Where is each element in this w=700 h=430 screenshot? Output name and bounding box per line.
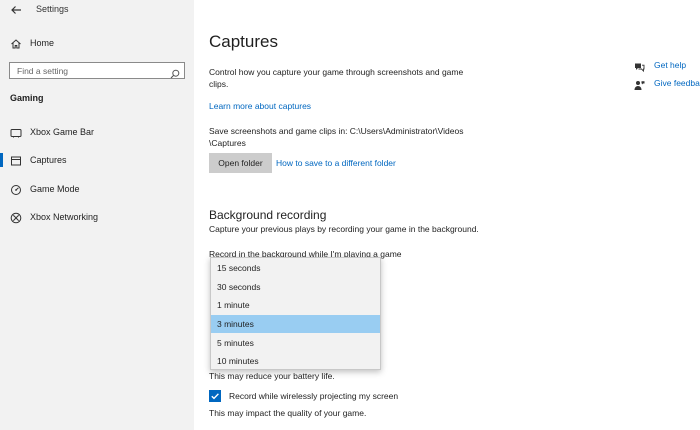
home-icon [10, 37, 22, 49]
give-feedback-label: Give feedba [654, 78, 700, 88]
record-projecting-checkbox[interactable] [209, 390, 221, 402]
page-title: Captures [209, 32, 278, 51]
sidebar-item-home[interactable]: Home [0, 34, 194, 52]
open-folder-button[interactable]: Open folder [209, 153, 272, 173]
home-label: Home [30, 38, 55, 48]
window-title: Settings [36, 4, 69, 14]
section-header-gaming: Gaming [10, 93, 44, 103]
record-projecting-label: Record while wirelessly projecting my sc… [229, 391, 399, 401]
background-recording-description: Capture your previous plays by recording… [209, 224, 479, 234]
get-help-label: Get help [654, 60, 687, 70]
record-length-dropdown[interactable]: 15 seconds 30 seconds 1 minute 3 minutes… [210, 257, 381, 370]
learn-more-link[interactable]: Learn more about captures [209, 101, 311, 111]
title-bar: Settings [0, 0, 194, 20]
xbox-game-bar-icon [10, 126, 22, 138]
sidebar-item-xbox-game-bar[interactable]: Xbox Game Bar [0, 122, 194, 142]
search-icon[interactable] [170, 66, 180, 79]
dropdown-option-15-seconds[interactable]: 15 seconds [211, 259, 380, 277]
give-feedback-link[interactable]: Give feedba [634, 76, 700, 90]
get-help-link[interactable]: Get help [634, 58, 686, 72]
record-projecting-row[interactable]: Record while wirelessly projecting my sc… [209, 389, 398, 403]
dropdown-option-30-seconds[interactable]: 30 seconds [211, 278, 380, 296]
sidebar-item-label: Game Mode [30, 184, 80, 194]
search-placeholder: Find a setting [17, 66, 69, 76]
check-icon [211, 393, 219, 400]
save-path-text: Save screenshots and game clips in: C:\U… [209, 126, 464, 148]
quality-note: This may impact the quality of your game… [209, 408, 367, 418]
game-mode-icon [10, 183, 22, 195]
captures-icon [10, 154, 22, 166]
back-arrow-icon[interactable] [8, 2, 24, 18]
dropdown-option-3-minutes[interactable]: 3 minutes [211, 315, 380, 333]
page-description: Control how you capture your game throug… [209, 67, 464, 89]
sidebar-item-label: Captures [30, 155, 67, 165]
battery-note: This may reduce your battery life. [209, 371, 335, 381]
sidebar: Settings Home Find a setting Gaming Xbox… [0, 0, 194, 430]
dropdown-option-1-minute[interactable]: 1 minute [211, 296, 380, 314]
sidebar-item-game-mode[interactable]: Game Mode [0, 179, 194, 199]
feedback-person-icon [634, 78, 645, 90]
how-to-save-link[interactable]: How to save to a different folder [276, 158, 396, 168]
sidebar-item-label: Xbox Game Bar [30, 127, 95, 137]
background-recording-heading: Background recording [209, 208, 327, 222]
sidebar-item-xbox-networking[interactable]: Xbox Networking [0, 207, 194, 227]
xbox-icon [10, 211, 22, 224]
dropdown-option-5-minutes[interactable]: 5 minutes [211, 334, 380, 352]
sidebar-item-captures[interactable]: Captures [0, 150, 194, 170]
help-chat-icon [634, 60, 645, 72]
search-input[interactable]: Find a setting [9, 62, 185, 79]
sidebar-item-label: Xbox Networking [30, 212, 99, 222]
dropdown-option-10-minutes[interactable]: 10 minutes [211, 352, 380, 370]
